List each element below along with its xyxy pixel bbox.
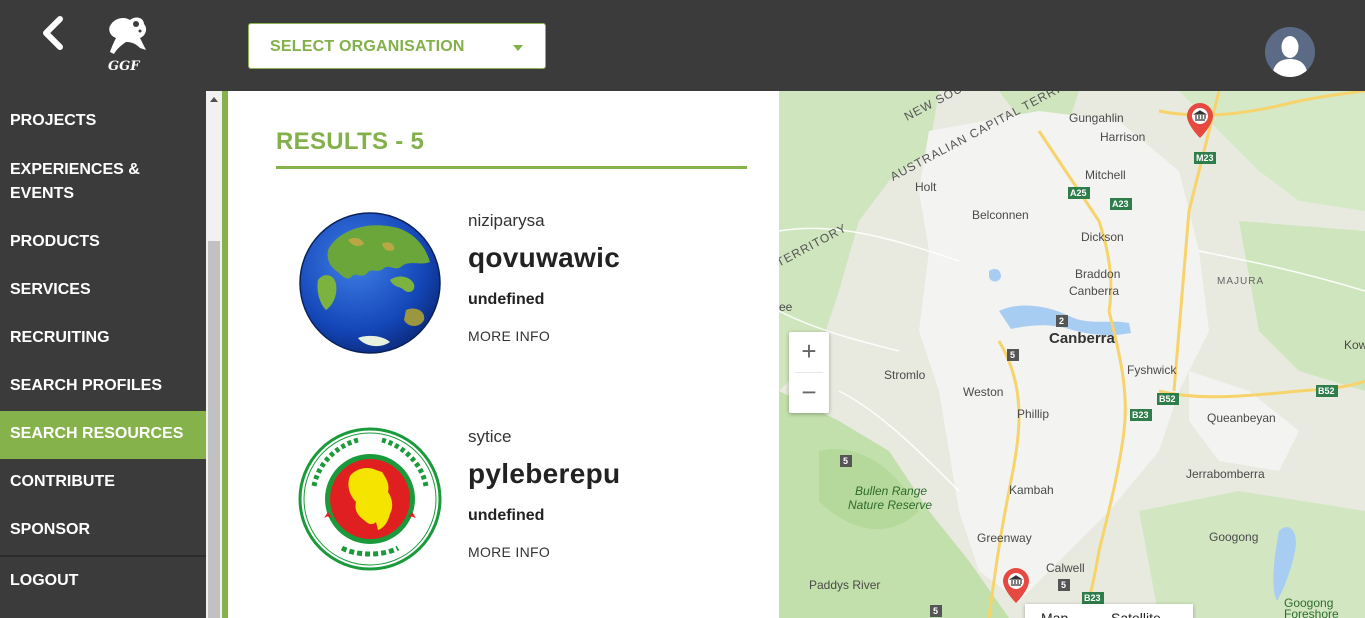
svg-text:A25: A25: [1070, 188, 1087, 198]
ggf-logo[interactable]: GGF: [100, 12, 152, 74]
organisation-select-label: SELECT ORGANISATION: [270, 38, 465, 55]
map-type-map-button[interactable]: Map: [1041, 610, 1068, 618]
nav-item-sponsor[interactable]: SPONSOR: [0, 518, 206, 542]
svg-text:Bullen Range: Bullen Range: [855, 484, 927, 498]
svg-text:Phillip: Phillip: [1017, 407, 1049, 421]
svg-text:M23: M23: [1196, 153, 1214, 163]
zoom-in-button[interactable]: +: [789, 332, 829, 372]
svg-text:Braddon: Braddon: [1075, 267, 1120, 281]
result-name[interactable]: qovuwawic: [468, 242, 620, 274]
scrollbar-thumb[interactable]: [208, 241, 220, 618]
nav-item-recruiting[interactable]: RECRUITING: [0, 326, 206, 350]
svg-text:Gungahlin: Gungahlin: [1069, 111, 1124, 125]
map-pin-icon: [1003, 568, 1029, 603]
svg-text:5: 5: [1010, 350, 1015, 360]
svg-text:B52: B52: [1318, 386, 1335, 396]
result-card: niziparysa qovuwawic undefined MORE INFO: [276, 210, 756, 390]
svg-text:Dickson: Dickson: [1081, 230, 1124, 244]
svg-text:Queanbeyan: Queanbeyan: [1207, 411, 1276, 425]
more-info-link[interactable]: MORE INFO: [468, 328, 550, 344]
nav-item-search-resources[interactable]: SEARCH RESOURCES: [0, 411, 206, 459]
nav-item-search-profiles[interactable]: SEARCH PROFILES: [0, 374, 206, 398]
svg-text:B23: B23: [1132, 410, 1149, 420]
bangladesh-government-seal[interactable]: [298, 426, 444, 572]
svg-text:Belconnen: Belconnen: [972, 208, 1029, 222]
nav-item-experiences-events[interactable]: EXPERIENCES & EVENTS: [0, 158, 160, 206]
chevron-down-icon: [513, 45, 523, 51]
scroll-up-arrow-icon[interactable]: [210, 97, 218, 102]
result-author: niziparysa: [468, 211, 545, 230]
svg-text:Mitchell: Mitchell: [1085, 168, 1126, 182]
back-chevron-icon[interactable]: [38, 14, 68, 54]
nav-item-projects[interactable]: PROJECTS: [0, 109, 206, 133]
nav-divider: [0, 555, 206, 557]
svg-text:Canberra: Canberra: [1069, 284, 1119, 298]
map-type-satellite-button[interactable]: Satellite: [1111, 610, 1161, 618]
result-author: sytice: [468, 427, 512, 446]
svg-text:Calwell: Calwell: [1046, 561, 1085, 575]
sidebar-nav: PROJECTS EXPERIENCES & EVENTS PRODUCTS S…: [0, 91, 206, 618]
svg-text:Canberra: Canberra: [1049, 330, 1116, 347]
svg-text:5: 5: [933, 606, 938, 616]
svg-text:GGF: GGF: [108, 59, 140, 74]
more-info-link[interactable]: MORE INFO: [468, 544, 550, 560]
organisation-select[interactable]: SELECT ORGANISATION: [248, 23, 546, 69]
svg-text:5: 5: [1061, 580, 1066, 590]
svg-text:Googong: Googong: [1209, 530, 1258, 544]
result-card: sytice pyleberepu undefined MORE INFO: [276, 426, 756, 606]
svg-text:Nature Reserve: Nature Reserve: [848, 498, 932, 512]
svg-text:Fyshwick: Fyshwick: [1127, 363, 1177, 377]
svg-text:Holt: Holt: [915, 180, 937, 194]
globe-image[interactable]: [298, 210, 444, 356]
svg-text:Stromlo: Stromlo: [884, 368, 926, 382]
sidebar-scrollbar[interactable]: [206, 91, 222, 618]
svg-text:Foreshore: Foreshore: [1284, 607, 1339, 618]
svg-text:Paddys River: Paddys River: [809, 578, 880, 592]
svg-text:Kow: Kow: [1344, 338, 1365, 352]
user-avatar[interactable]: [1265, 27, 1315, 77]
results-title: RESULTS - 5: [276, 128, 425, 155]
result-description: undefined: [468, 507, 545, 524]
svg-text:Weston: Weston: [963, 385, 1003, 399]
svg-text:A23: A23: [1112, 199, 1129, 209]
svg-text:2: 2: [1059, 316, 1064, 326]
nav-item-contribute[interactable]: CONTRIBUTE: [0, 470, 206, 494]
top-bar: GGF SELECT ORGANISATION: [0, 0, 1365, 91]
nav-item-services[interactable]: SERVICES: [0, 278, 206, 302]
results-panel: RESULTS - 5 niziparysa qovuwawic undefin…: [228, 91, 779, 618]
map-type-control: Map Satellite: [1025, 604, 1193, 618]
svg-text:Kambah: Kambah: [1009, 483, 1054, 497]
svg-text:MAJURA: MAJURA: [1217, 276, 1264, 287]
zoom-out-button[interactable]: −: [789, 373, 829, 413]
nav-item-products[interactable]: PRODUCTS: [0, 230, 206, 254]
map-view[interactable]: NEW SOUTH WALES AUSTRALIAN CAPITAL TERRI…: [779, 91, 1365, 618]
svg-text:B52: B52: [1159, 394, 1176, 404]
svg-text:Jerrabomberra: Jerrabomberra: [1186, 467, 1265, 481]
svg-text:Harrison: Harrison: [1100, 130, 1145, 144]
svg-text:B23: B23: [1084, 593, 1101, 603]
map-zoom-control: + −: [789, 332, 829, 413]
svg-text:ee: ee: [779, 300, 793, 314]
result-description: undefined: [468, 291, 545, 308]
result-name[interactable]: pyleberepu: [468, 458, 620, 490]
svg-text:Greenway: Greenway: [977, 531, 1032, 545]
results-underline: [276, 166, 747, 169]
svg-text:5: 5: [843, 456, 848, 466]
nav-item-logout[interactable]: LOGOUT: [0, 569, 206, 593]
